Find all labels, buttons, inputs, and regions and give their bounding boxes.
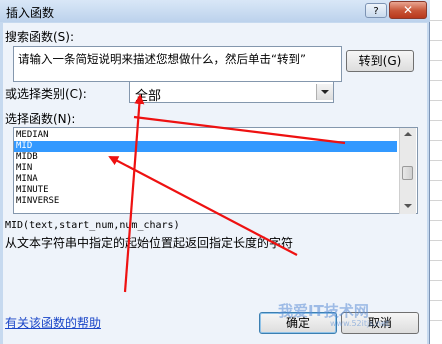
annotation-arrow xyxy=(108,156,298,256)
annotation-overlay xyxy=(108,94,346,293)
annotation-arrow xyxy=(123,94,145,293)
annotation-line xyxy=(133,115,346,145)
